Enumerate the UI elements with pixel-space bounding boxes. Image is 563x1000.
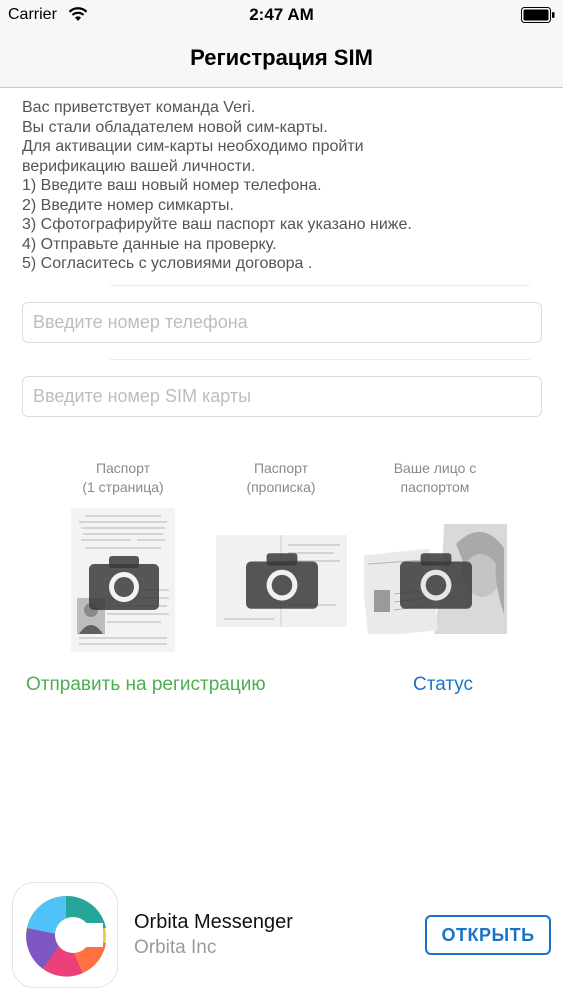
intro-line: 2) Введите номер симкарты. [22, 196, 234, 214]
status-button[interactable]: Статус [413, 674, 473, 696]
passport-registration-photo[interactable] [216, 535, 347, 627]
intro-line: 5) Согласитесь с условиями договора . [22, 255, 313, 272]
label-line: Паспорт [95, 460, 151, 476]
selfie-with-passport-photo[interactable] [364, 524, 507, 634]
battery-icon [521, 7, 555, 23]
open-app-button[interactable]: ОТКРЫТЬ [425, 915, 551, 955]
page-title: Регистрация SIM [190, 45, 373, 70]
label-line: Паспорт [253, 460, 309, 476]
label-line: паспортом [400, 479, 470, 495]
camera-icon [246, 553, 318, 609]
intro-line: верификацию вашей личности. [22, 157, 256, 175]
intro-line: 1) Введите ваш новый номер телефона. [22, 177, 322, 194]
clock: 2:47 AM [249, 5, 314, 24]
intro-line: Вас приветствует команда Veri. [22, 99, 256, 116]
camera-icon [400, 553, 472, 609]
divider [110, 359, 530, 360]
orbita-logo [26, 895, 106, 977]
app-banner: Orbita Messenger Orbita Inc ОТКРЫТЬ [0, 870, 563, 1000]
passport-page1-label: Паспорт (1 страница) [48, 459, 198, 497]
divider [110, 285, 530, 286]
passport-registration-label: Паспорт (прописка) [206, 459, 356, 497]
intro-line: 3) Сфотографируйте ваш паспорт как указа… [22, 216, 412, 233]
app-vendor: Orbita Inc [134, 937, 217, 958]
app-name: Orbita Messenger [134, 911, 293, 933]
phone-number-input[interactable] [22, 302, 542, 343]
label-line: (1 страница) [82, 479, 164, 495]
submit-registration-button[interactable]: Отправить на регистрацию [26, 674, 266, 696]
status-bar: Carrier 2:47 AM [0, 0, 563, 30]
label-line: Ваше лицо с [393, 460, 477, 476]
intro-line: 4) Отправьте данные на проверку. [22, 235, 277, 253]
passport-page1-photo[interactable] [71, 508, 175, 652]
intro-line: Для активации сим-карты необходимо пройт… [22, 138, 364, 155]
camera-icon [89, 556, 159, 610]
selfie-with-passport-label: Ваше лицо с паспортом [360, 459, 510, 497]
intro-text: Вас приветствует команда Veri. Вы стали … [22, 98, 542, 274]
orbita-app-icon [12, 882, 118, 988]
intro-line: Вы стали обладателем новой сим-карты. [22, 118, 328, 136]
sim-number-input[interactable] [22, 376, 542, 417]
navigation-bar: Регистрация SIM [0, 30, 563, 88]
label-line: (прописка) [246, 479, 316, 495]
